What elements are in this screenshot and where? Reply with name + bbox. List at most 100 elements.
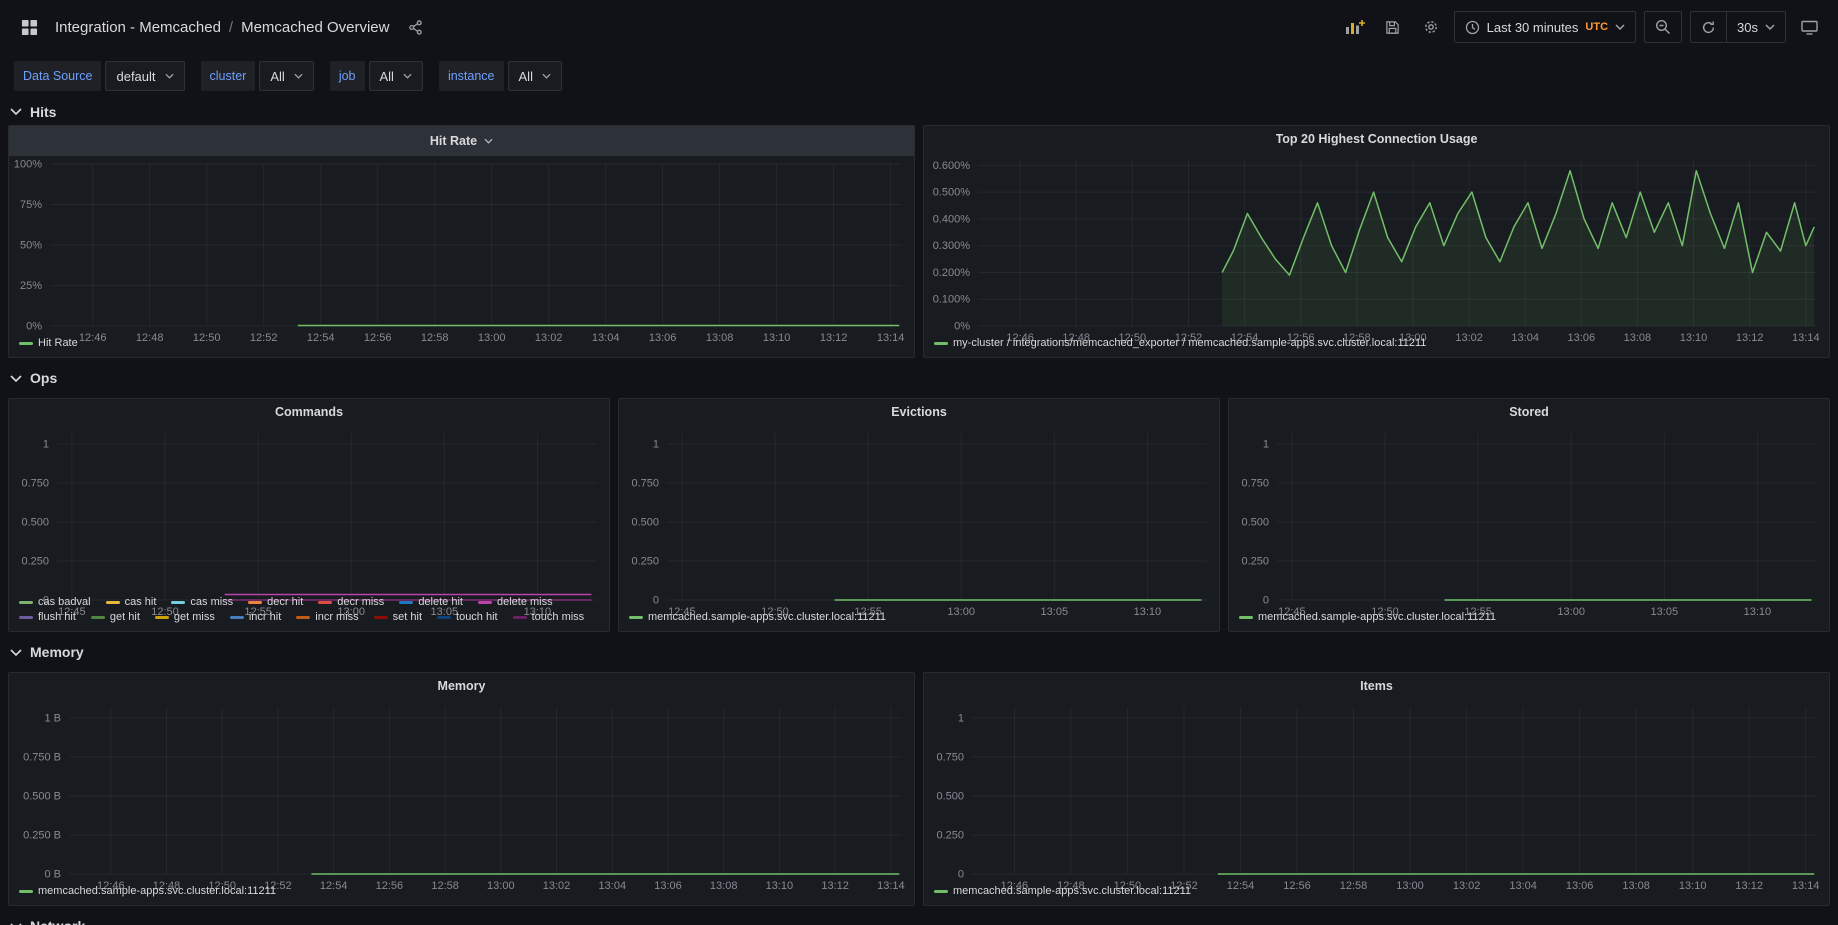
stored-legend: memcached.sample-apps.svc.cluster.local:… xyxy=(1229,608,1829,631)
chart-canvas[interactable]: 0%0.100%0.200%0.300%0.400%0.500%0.600%12… xyxy=(924,152,1829,346)
add-panel-button[interactable] xyxy=(1340,12,1370,42)
legend-item[interactable]: cas miss xyxy=(171,596,233,608)
memory-chart[interactable]: 0 B0.250 B0.500 B0.750 B1 B12:4612:4812:… xyxy=(9,699,914,882)
chevron-down-icon xyxy=(10,108,22,115)
dashboard-settings-button[interactable] xyxy=(1416,12,1446,42)
svg-text:0.600%: 0.600% xyxy=(933,160,971,172)
legend-label: delete miss xyxy=(497,596,553,608)
panel-menu-commands[interactable]: Commands xyxy=(9,399,609,425)
legend-label: memcached.sample-apps.svc.cluster.local:… xyxy=(38,885,276,897)
legend-item[interactable]: touch hit xyxy=(437,611,498,623)
panel-menu-top20[interactable]: Top 20 Highest Connection Usage xyxy=(924,126,1829,152)
variable-selected-value: All xyxy=(270,69,284,84)
legend-item[interactable]: touch miss xyxy=(513,611,585,623)
row-title: Memory xyxy=(30,644,84,660)
legend-item[interactable]: get hit xyxy=(91,611,140,623)
legend-item[interactable]: cas badval xyxy=(19,596,91,608)
variables-bar: Data Source default cluster All job All … xyxy=(0,54,1838,98)
grafana-app: Integration - Memcached / Memcached Over… xyxy=(0,0,1838,925)
evictions-legend: memcached.sample-apps.svc.cluster.local:… xyxy=(619,608,1219,631)
zoom-out-button[interactable] xyxy=(1644,11,1682,43)
legend-label: my-cluster / integrations/memcached_expo… xyxy=(953,337,1426,349)
panel-menu-stored[interactable]: Stored xyxy=(1229,399,1829,425)
variable-value-dropdown[interactable]: default xyxy=(105,61,184,91)
legend-swatch xyxy=(437,616,451,619)
chart-canvas[interactable]: 00.2500.5000.750112:4512:5012:5513:0013:… xyxy=(1229,425,1829,620)
nav-bar: Integration - Memcached / Memcached Over… xyxy=(0,0,1838,54)
panel-menu-memory[interactable]: Memory xyxy=(9,673,914,699)
svg-text:0.500: 0.500 xyxy=(21,517,49,529)
panel-commands: Commands 00.2500.5000.750112:4512:5012:5… xyxy=(8,398,610,632)
legend-item[interactable]: incr hit xyxy=(230,611,281,623)
items-chart[interactable]: 00.2500.5000.750112:4612:4812:5012:5212:… xyxy=(924,699,1829,882)
legend-item[interactable]: set hit xyxy=(374,611,422,623)
chart-canvas[interactable]: 0%25%50%75%100%12:4612:4812:5012:5212:54… xyxy=(9,156,914,346)
legend-swatch xyxy=(934,342,948,345)
chevron-down-icon xyxy=(10,375,22,382)
legend-item[interactable]: delete miss xyxy=(478,596,553,608)
panel-menu-items[interactable]: Items xyxy=(924,673,1829,699)
row-header-hits[interactable]: Hits xyxy=(0,98,1838,125)
top20-connection-usage-chart[interactable]: 0%0.100%0.200%0.300%0.400%0.500%0.600%12… xyxy=(924,152,1829,334)
legend-label: memcached.sample-apps.svc.cluster.local:… xyxy=(953,885,1191,897)
variable-label: cluster xyxy=(201,61,256,91)
legend-label: set hit xyxy=(393,611,422,623)
legend-item[interactable]: Hit Rate xyxy=(19,337,78,349)
hit-rate-chart[interactable]: 0%25%50%75%100%12:4612:4812:5012:5212:54… xyxy=(9,156,914,334)
legend-item[interactable]: cas hit xyxy=(106,596,157,608)
row-header-memory[interactable]: Memory xyxy=(0,632,1838,672)
tv-mode-button[interactable] xyxy=(1794,12,1824,42)
row-title: Hits xyxy=(30,104,56,120)
legend-item[interactable]: incr miss xyxy=(296,611,358,623)
legend-item[interactable]: decr miss xyxy=(318,596,384,608)
top20-legend: my-cluster / integrations/memcached_expo… xyxy=(924,334,1829,357)
legend-item[interactable]: my-cluster / integrations/memcached_expo… xyxy=(934,337,1426,349)
chevron-down-icon xyxy=(294,73,303,79)
legend-item[interactable]: delete hit xyxy=(399,596,463,608)
chart-canvas[interactable]: 00.2500.5000.750112:4512:5012:5513:0013:… xyxy=(619,425,1219,620)
variable-label: job xyxy=(330,61,365,91)
row-header-ops[interactable]: Ops xyxy=(0,358,1838,398)
variable-value-dropdown[interactable]: All xyxy=(369,61,423,91)
variable-value-dropdown[interactable]: All xyxy=(259,61,313,91)
row-hits-panels: Hit Rate 0%25%50%75%100%12:4612:4812:501… xyxy=(0,125,1838,358)
row-header-network[interactable]: Network xyxy=(0,906,1838,925)
commands-chart[interactable]: 00.2500.5000.750112:4512:5012:5513:0013:… xyxy=(9,425,609,593)
legend-item[interactable]: flush hit xyxy=(19,611,76,623)
legend-item[interactable]: decr hit xyxy=(248,596,303,608)
save-dashboard-button[interactable] xyxy=(1378,12,1408,42)
legend-label: cas badval xyxy=(38,596,91,608)
legend-swatch xyxy=(399,601,413,604)
evictions-chart[interactable]: 00.2500.5000.750112:4512:5012:5513:0013:… xyxy=(619,425,1219,608)
legend-item[interactable]: get miss xyxy=(155,611,215,623)
variable-cluster: cluster All xyxy=(201,61,314,91)
svg-text:1: 1 xyxy=(1263,438,1269,450)
variable-value-dropdown[interactable]: All xyxy=(508,61,562,91)
legend-swatch xyxy=(629,616,643,619)
panel-top20-connection-usage: Top 20 Highest Connection Usage 0%0.100%… xyxy=(923,125,1830,358)
legend-item[interactable]: memcached.sample-apps.svc.cluster.local:… xyxy=(19,885,276,897)
chart-canvas[interactable]: 00.2500.5000.750112:4612:4812:5012:5212:… xyxy=(924,699,1829,894)
time-range-picker[interactable]: Last 30 minutes UTC xyxy=(1454,11,1636,43)
chart-canvas[interactable]: 0 B0.250 B0.500 B0.750 B1 B12:4612:4812:… xyxy=(9,699,914,894)
nav-toolbar: Last 30 minutes UTC 30s xyxy=(1340,11,1824,43)
share-dashboard-button[interactable] xyxy=(400,12,430,42)
save-icon xyxy=(1385,20,1400,35)
legend-item[interactable]: memcached.sample-apps.svc.cluster.local:… xyxy=(629,611,886,623)
panel-menu-hit-rate[interactable]: Hit Rate xyxy=(9,126,914,156)
legend-label: decr hit xyxy=(267,596,303,608)
svg-text:0.300%: 0.300% xyxy=(933,240,971,252)
panel-menu-evictions[interactable]: Evictions xyxy=(619,399,1219,425)
refresh-interval-select[interactable]: 30s xyxy=(1727,12,1785,42)
legend-item[interactable]: memcached.sample-apps.svc.cluster.local:… xyxy=(934,885,1191,897)
legend-swatch xyxy=(19,890,33,893)
legend-label: incr hit xyxy=(249,611,281,623)
breadcrumb-section[interactable]: Integration - Memcached xyxy=(55,19,221,36)
apps-menu-button[interactable] xyxy=(14,12,44,42)
monitor-icon xyxy=(1801,20,1818,35)
legend-swatch xyxy=(91,616,105,619)
stored-chart[interactable]: 00.2500.5000.750112:4512:5012:5513:0013:… xyxy=(1229,425,1829,608)
refresh-button[interactable] xyxy=(1691,12,1726,42)
chart-canvas[interactable]: 00.2500.5000.750112:4512:5012:5513:0013:… xyxy=(9,425,609,620)
legend-item[interactable]: memcached.sample-apps.svc.cluster.local:… xyxy=(1239,611,1496,623)
